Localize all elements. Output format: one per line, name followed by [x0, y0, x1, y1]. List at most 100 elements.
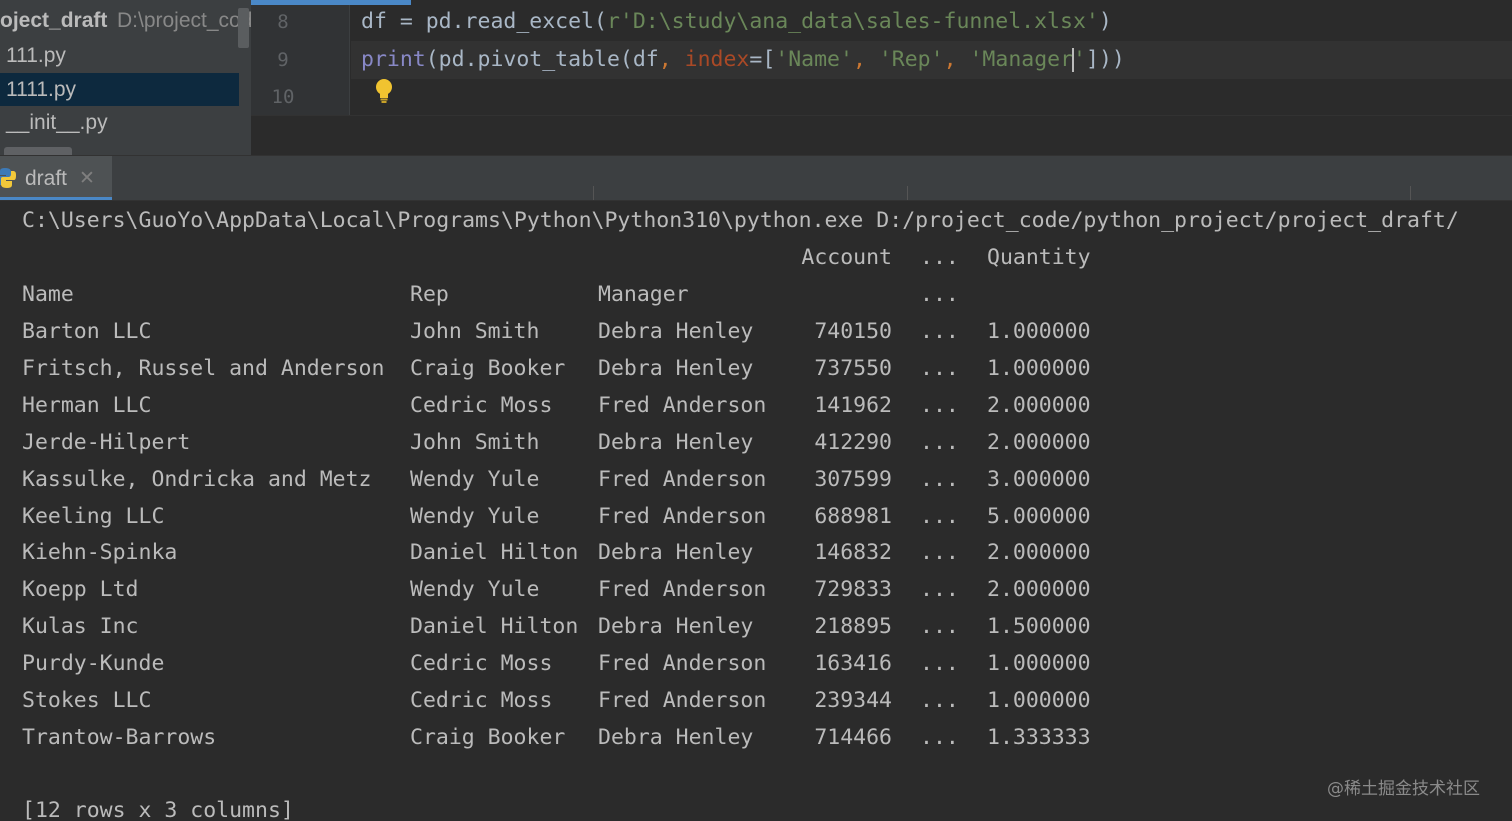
run-tab-label: draft — [25, 167, 68, 190]
table-cell-name: Herman LLC — [22, 392, 152, 418]
table-cell-rep: Cedric Moss — [410, 651, 553, 677]
table-cell-dots: ... — [920, 577, 959, 603]
table-cell-quantity: 2.000000 — [987, 429, 1091, 455]
table-cell-dots: ... — [920, 319, 959, 344]
text-cursor — [1072, 48, 1075, 72]
table-cell-rep: Craig Booker — [410, 355, 566, 381]
table-cell-dots: ... — [920, 429, 959, 455]
line-number: 8 — [277, 11, 289, 33]
watermark: @稀土掘金技术社区 — [1327, 779, 1480, 799]
table-cell-account: 239344 — [814, 688, 892, 713]
table-cell-rep: Wendy Yule — [410, 503, 540, 529]
table-cell-manager: Debra Henley — [598, 355, 754, 381]
table-cell-rep: Wendy Yule — [410, 466, 540, 492]
code-editor[interactable]: 8 9 10 df = pd.read_excel(r'D:\study\ana… — [251, 0, 1512, 156]
header-rep: Rep — [410, 282, 449, 307]
table-cell-dots: ... — [920, 688, 959, 713]
table-cell-manager: Fred Anderson — [598, 392, 767, 418]
table-cell-manager: Fred Anderson — [598, 651, 767, 677]
tree-item-111-py[interactable]: , 111.py — [0, 39, 239, 72]
tree-scrollbar[interactable] — [238, 8, 249, 48]
table-cell-manager: Fred Anderson — [598, 503, 767, 529]
tree-item-label: 111.py — [6, 44, 66, 67]
run-tool-window-header: draft ✕ — [0, 155, 1512, 201]
table-cell-rep: Cedric Moss — [410, 392, 553, 418]
table-cell-account: 740150 — [814, 319, 892, 344]
tree-item-1111-py[interactable]: , 1111.py — [0, 73, 239, 106]
table-cell-dots: ... — [920, 392, 959, 418]
table-cell-name: Kassulke, Ondricka and Metz — [22, 466, 372, 492]
table-cell-dots: ... — [920, 614, 959, 640]
table-cell-quantity: 2.000000 — [987, 540, 1091, 566]
table-cell-quantity: 3.000000 — [987, 466, 1091, 492]
table-cell-rep: Daniel Hilton — [410, 614, 579, 640]
tree-root-folder[interactable]: oject_draft D:\project_cod — [0, 4, 251, 38]
table-cell-name: Jerde-Hilpert — [22, 429, 191, 455]
table-cell-account: 218895 — [814, 614, 892, 640]
table-cell-name: Stokes LLC — [22, 688, 152, 713]
table-cell-rep: John Smith — [410, 319, 540, 344]
tree-item-label: __init__.py — [6, 111, 108, 134]
table-cell-account: 307599 — [814, 466, 892, 492]
header-name: Name — [22, 282, 74, 307]
tree-root-name: oject_draft — [0, 9, 108, 32]
close-icon[interactable]: ✕ — [79, 156, 95, 202]
table-cell-manager: Debra Henley — [598, 540, 754, 566]
table-cell-dots: ... — [920, 724, 959, 750]
table-cell-quantity: 1.000000 — [987, 319, 1091, 344]
header-account: Account — [801, 245, 892, 270]
line-number-gutter: 8 9 10 — [251, 0, 349, 115]
console-summary: [12 rows x 3 columns] — [22, 798, 294, 821]
code-line-8[interactable]: df = pd.read_excel(r'D:\study\ana_data\s… — [361, 3, 1112, 41]
table-cell-account: 146832 — [814, 540, 892, 566]
table-cell-quantity: 1.500000 — [987, 614, 1091, 640]
table-cell-name: Barton LLC — [22, 319, 152, 344]
table-cell-name: Keeling LLC — [22, 503, 165, 529]
python-icon — [0, 168, 16, 188]
table-cell-rep: Craig Booker — [410, 724, 566, 750]
table-cell-manager: Debra Henley — [598, 724, 754, 750]
tree-item-label: 1111.py — [6, 78, 77, 101]
table-cell-dots: ... — [920, 540, 959, 566]
line-number: 10 — [271, 86, 295, 108]
table-cell-rep: Wendy Yule — [410, 577, 540, 603]
table-cell-dots: ... — [920, 355, 959, 381]
table-cell-account: 141962 — [814, 392, 892, 418]
table-cell-account: 412290 — [814, 429, 892, 455]
table-cell-name: Purdy-Kunde — [22, 651, 165, 677]
table-cell-name: Kulas Inc — [22, 614, 139, 640]
table-cell-rep: John Smith — [410, 429, 540, 455]
table-cell-rep: Cedric Moss — [410, 688, 553, 713]
table-cell-dots: ... — [920, 503, 959, 529]
table-cell-account: 163416 — [814, 651, 892, 677]
console-command-line: C:\Users\GuoYo\AppData\Local\Programs\Py… — [22, 208, 1459, 233]
table-cell-quantity: 1.000000 — [987, 355, 1091, 381]
table-cell-manager: Debra Henley — [598, 429, 754, 455]
table-cell-account: 714466 — [814, 724, 892, 750]
table-cell-manager: Fred Anderson — [598, 688, 767, 713]
table-cell-quantity: 2.000000 — [987, 392, 1091, 418]
table-cell-dots: ... — [920, 466, 959, 492]
table-cell-manager: Fred Anderson — [598, 577, 767, 603]
table-cell-manager: Debra Henley — [598, 614, 754, 640]
table-cell-dots: ... — [920, 651, 959, 677]
header-dots: ... — [920, 245, 959, 270]
tree-item-init-py[interactable]: , __init__.py — [0, 106, 239, 139]
run-tab-draft[interactable]: draft ✕ — [0, 156, 112, 200]
run-console-output[interactable]: C:\Users\GuoYo\AppData\Local\Programs\Py… — [0, 201, 1512, 821]
table-cell-quantity: 5.000000 — [987, 503, 1091, 529]
lightbulb-icon[interactable] — [374, 78, 394, 104]
tree-item-partial — [4, 147, 72, 155]
header-dots: ... — [920, 282, 959, 307]
line-number: 9 — [277, 49, 289, 71]
table-cell-manager: Debra Henley — [598, 319, 754, 344]
table-cell-manager: Fred Anderson — [598, 466, 767, 492]
table-cell-quantity: 1.000000 — [987, 651, 1091, 677]
header-quantity: Quantity — [987, 245, 1091, 270]
table-cell-account: 688981 — [814, 503, 892, 529]
table-cell-account: 737550 — [814, 355, 892, 381]
table-cell-name: Kiehn-Spinka — [22, 540, 178, 566]
header-manager: Manager — [598, 282, 689, 307]
table-cell-quantity: 2.000000 — [987, 577, 1091, 603]
code-line-9[interactable]: print(pd.pivot_table(df, index=['Name', … — [361, 41, 1125, 79]
